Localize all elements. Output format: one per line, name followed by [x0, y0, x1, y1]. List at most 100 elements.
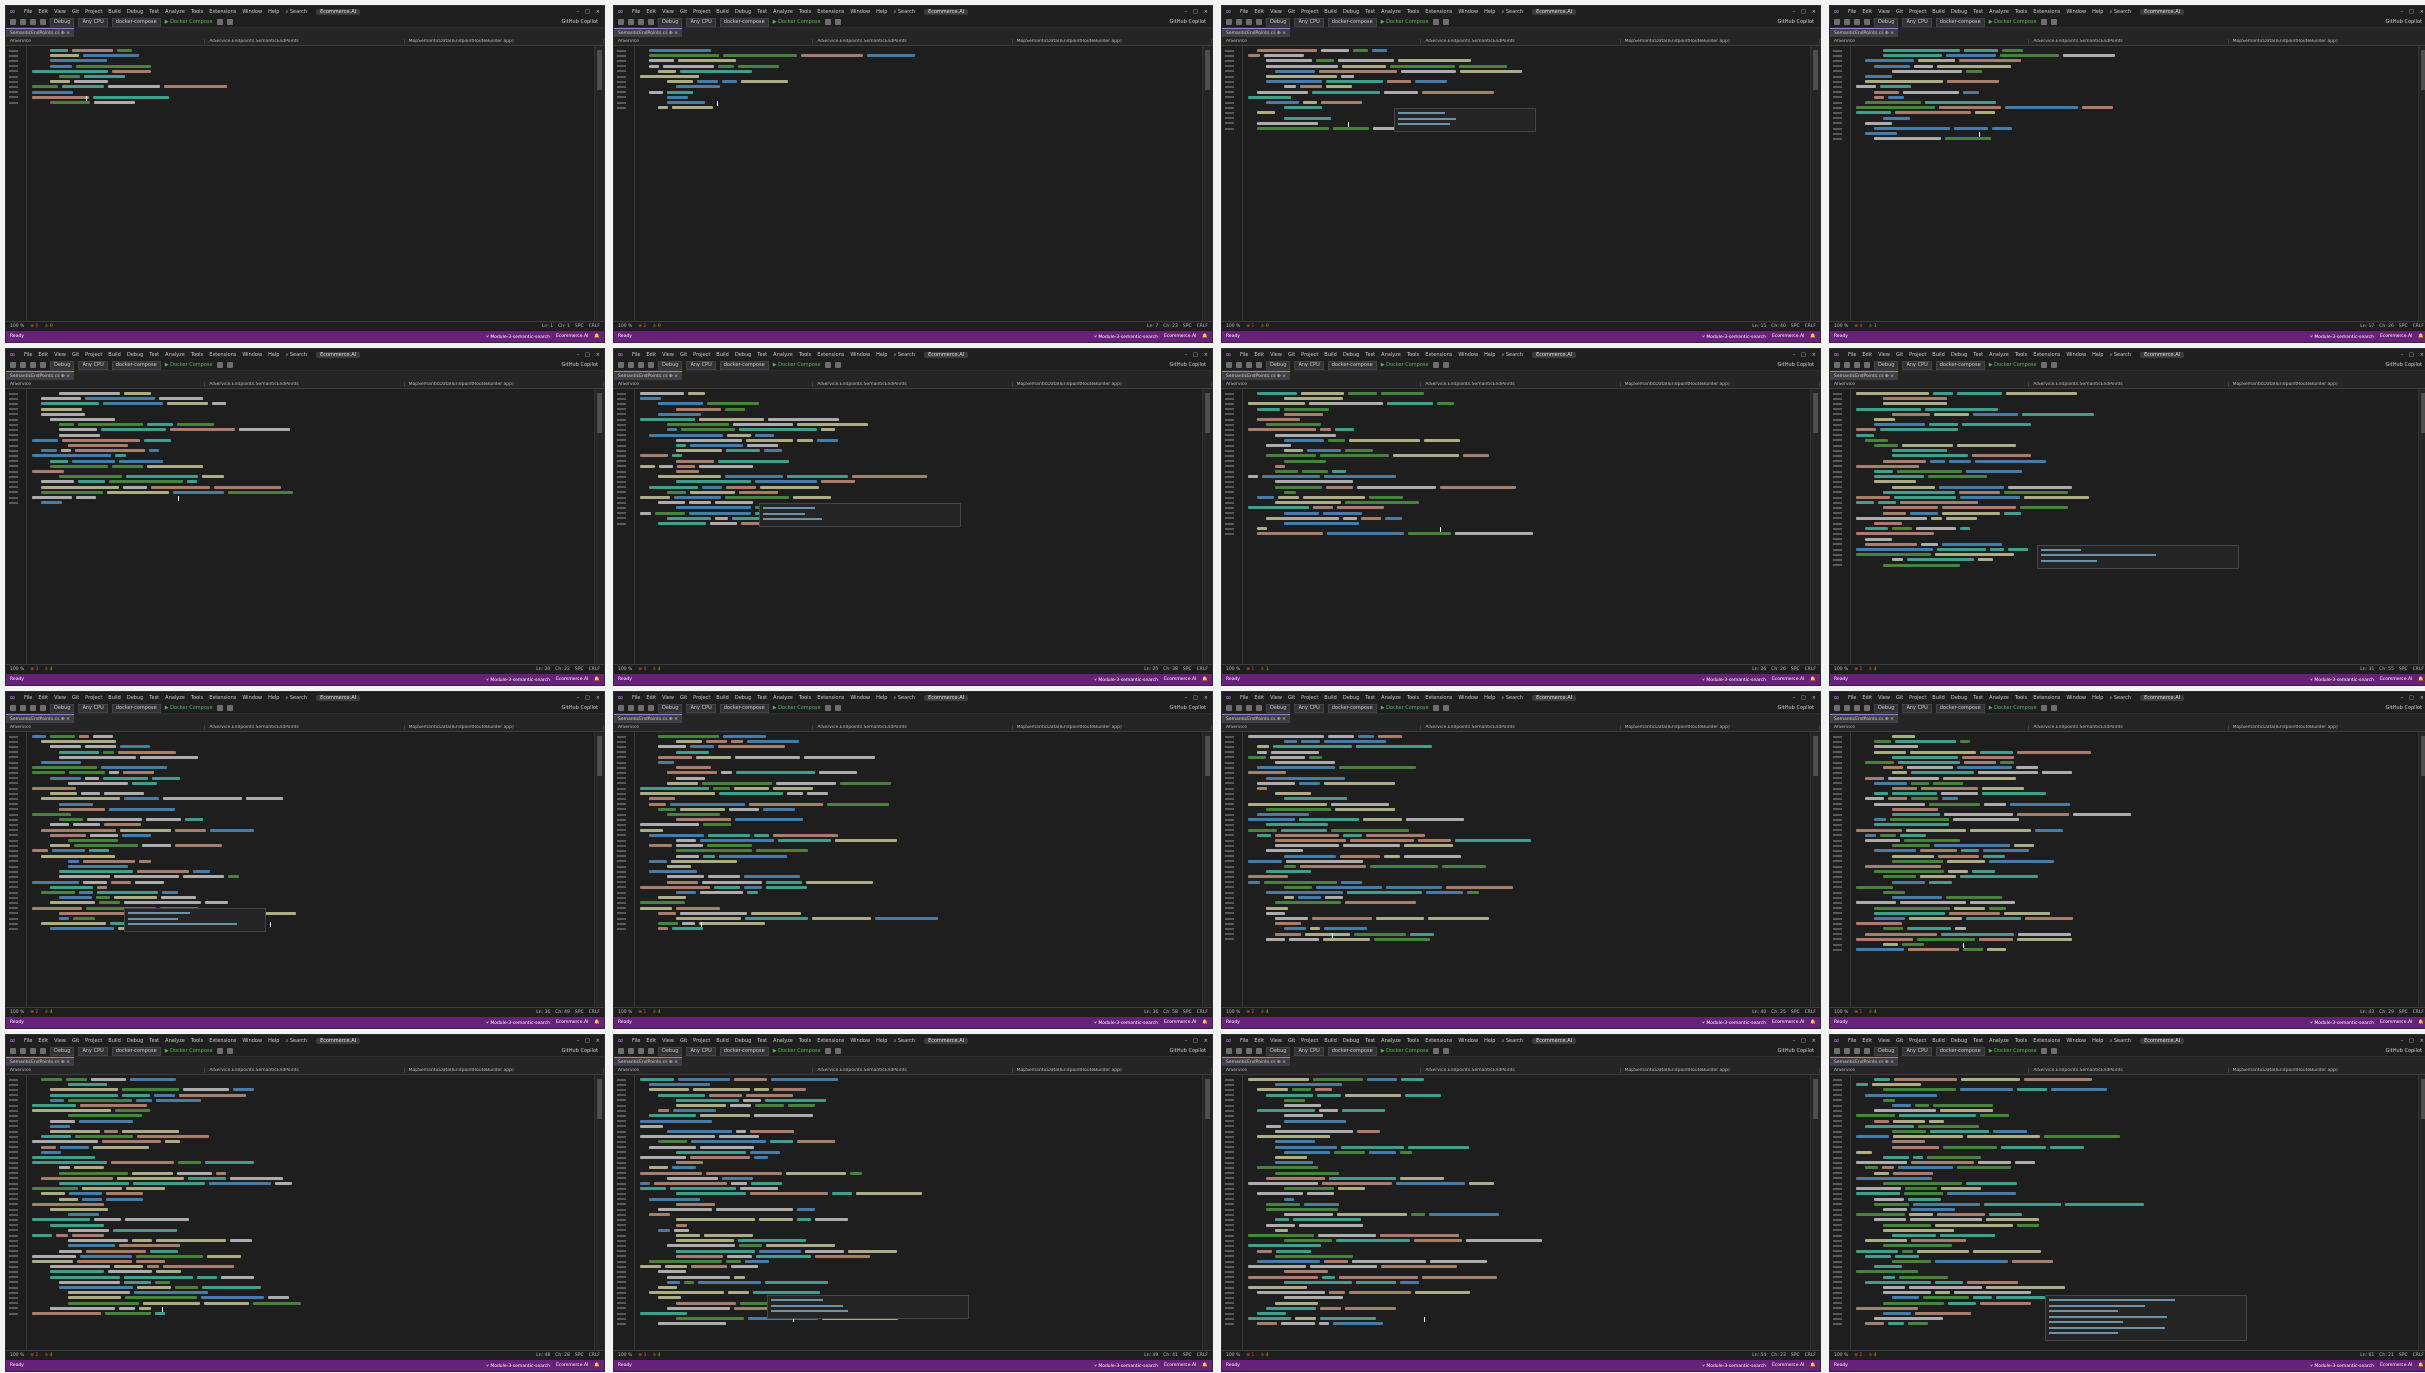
intellisense-item[interactable]	[2041, 559, 2097, 562]
notifications-icon[interactable]: 🔔	[594, 334, 600, 340]
menu-window[interactable]: Window	[847, 695, 873, 701]
maximize-icon[interactable]: □	[585, 9, 590, 15]
class-dropdown[interactable]: AIService.Endpoints.SemanticEndPoints	[2029, 381, 2229, 387]
git-branch[interactable]: ⑂ Module-3-semantic-search	[1702, 334, 1766, 340]
minimize-icon[interactable]: –	[1185, 9, 1188, 15]
platform-select[interactable]: Any CPU	[1294, 1046, 1324, 1056]
forward-icon[interactable]	[628, 1048, 634, 1054]
forward-icon[interactable]	[1844, 1048, 1850, 1054]
notifications-icon[interactable]: 🔔	[2418, 677, 2424, 683]
undo-icon[interactable]	[1256, 1048, 1262, 1054]
intellisense-item[interactable]	[2049, 1321, 2123, 1323]
vertical-scrollbar[interactable]	[594, 46, 604, 321]
close-tab-icon[interactable]: ×	[66, 31, 70, 36]
menu-view[interactable]: View	[659, 695, 677, 701]
menu-help[interactable]: Help	[873, 9, 890, 15]
repository-name[interactable]: Ecommerce.AI	[2380, 677, 2412, 683]
class-dropdown[interactable]: AIService.Endpoints.SemanticEndPoints	[813, 724, 1013, 730]
pin-icon[interactable]: ⊕	[1277, 31, 1281, 36]
close-tab-icon[interactable]: ×	[66, 374, 70, 379]
menu-analyze[interactable]: Analyze	[770, 695, 796, 701]
menu-extensions[interactable]: Extensions	[1422, 9, 1455, 15]
pin-icon[interactable]: ⊕	[1885, 1060, 1889, 1065]
project-dropdown[interactable]: AIService	[1222, 38, 1422, 44]
close-icon[interactable]: ×	[1812, 695, 1816, 701]
maximize-icon[interactable]: □	[1801, 1038, 1806, 1044]
save-icon[interactable]	[1246, 705, 1252, 711]
menu-tools[interactable]: Tools	[188, 9, 206, 15]
line-number[interactable]: Ln: 25	[1144, 667, 1158, 672]
menu-file[interactable]: File	[629, 695, 643, 701]
menu-edit[interactable]: Edit	[35, 1038, 51, 1044]
code-editor[interactable]	[1830, 46, 2418, 321]
warning-count[interactable]: ⚠ 4	[1260, 1353, 1268, 1358]
scrollbar-thumb[interactable]	[597, 1079, 602, 1119]
github-copilot-button[interactable]: GitHub Copilot	[1170, 705, 1212, 711]
column-number[interactable]: Ch: 25	[1771, 1010, 1786, 1015]
line-number[interactable]: Ln: 48	[536, 1353, 550, 1358]
error-count[interactable]: ⊗ 2	[1246, 1010, 1254, 1015]
menu-view[interactable]: View	[1267, 352, 1285, 358]
platform-select[interactable]: Any CPU	[78, 703, 108, 713]
zoom-level[interactable]: 100 %	[618, 667, 632, 672]
menu-file[interactable]: File	[21, 9, 35, 15]
notifications-icon[interactable]: 🔔	[1202, 1363, 1208, 1369]
minimize-icon[interactable]: –	[1793, 1038, 1796, 1044]
minimize-icon[interactable]: –	[2401, 695, 2404, 701]
hot-reload-icon[interactable]	[824, 1048, 831, 1054]
close-icon[interactable]: ×	[1812, 9, 1816, 15]
launch-target-select[interactable]: docker-compose	[1935, 703, 1985, 713]
back-icon[interactable]	[1834, 705, 1840, 711]
notifications-icon[interactable]: 🔔	[1810, 677, 1816, 683]
column-number[interactable]: Ch: 26	[2379, 324, 2394, 329]
menu-tools[interactable]: Tools	[2012, 1038, 2030, 1044]
menu-project[interactable]: Project	[82, 695, 105, 701]
menu-debug[interactable]: Debug	[732, 352, 754, 358]
menu-help[interactable]: Help	[1481, 695, 1498, 701]
launch-target-select[interactable]: docker-compose	[1327, 17, 1377, 27]
column-number[interactable]: Ch: 28	[555, 1353, 570, 1358]
repository-name[interactable]: Ecommerce.AI	[1164, 677, 1196, 683]
maximize-icon[interactable]: □	[585, 1038, 590, 1044]
breakpoint-icon[interactable]	[2050, 1048, 2057, 1054]
line-number[interactable]: Ln: 43	[2360, 1010, 2374, 1015]
warning-count[interactable]: ⚠ 0	[652, 324, 660, 329]
menu-file[interactable]: File	[1237, 695, 1251, 701]
member-dropdown[interactable]: MapSemanticData(IEndpointRouteBuilder ap…	[405, 381, 604, 387]
menu-test[interactable]: Test	[754, 695, 770, 701]
code-editor[interactable]	[614, 389, 1202, 664]
menu-help[interactable]: Help	[873, 1038, 890, 1044]
error-count[interactable]: ⊗ 3	[30, 667, 38, 672]
configuration-select[interactable]: Debug	[1266, 703, 1291, 713]
menu-window[interactable]: Window	[1455, 695, 1481, 701]
run-button[interactable]: ▶ Docker Compose	[1989, 705, 2037, 711]
menu-file[interactable]: File	[1237, 1038, 1251, 1044]
back-icon[interactable]	[10, 705, 16, 711]
line-ending[interactable]: CRLF	[589, 1010, 600, 1015]
member-dropdown[interactable]: MapSemanticData(IEndpointRouteBuilder ap…	[2229, 382, 2425, 387]
menu-file[interactable]: File	[1237, 352, 1251, 358]
column-number[interactable]: Ch: 40	[1771, 324, 1786, 329]
save-icon[interactable]	[30, 362, 36, 368]
menu-build[interactable]: Build	[1929, 695, 1948, 701]
forward-icon[interactable]	[628, 19, 634, 25]
intellisense-item[interactable]	[1398, 117, 1456, 120]
notifications-icon[interactable]: 🔔	[2418, 1020, 2424, 1026]
undo-icon[interactable]	[1256, 705, 1262, 711]
menu-edit[interactable]: Edit	[35, 695, 51, 701]
menu-file[interactable]: File	[629, 1038, 643, 1044]
menu-extensions[interactable]: Extensions	[206, 352, 239, 358]
back-icon[interactable]	[618, 705, 624, 711]
undo-icon[interactable]	[1864, 362, 1870, 368]
pin-icon[interactable]: ⊕	[1277, 717, 1281, 722]
github-copilot-button[interactable]: GitHub Copilot	[1170, 19, 1212, 25]
indent-mode[interactable]: SPC	[575, 1010, 584, 1015]
project-dropdown[interactable]: AIService	[1830, 1067, 2030, 1073]
menu-project[interactable]: Project	[82, 9, 105, 15]
menu-edit[interactable]: Edit	[643, 9, 659, 15]
platform-select[interactable]: Any CPU	[1294, 17, 1324, 27]
pin-icon[interactable]: ⊕	[61, 717, 65, 722]
intellisense-item[interactable]	[2041, 548, 2081, 551]
undo-icon[interactable]	[648, 705, 654, 711]
vertical-scrollbar[interactable]	[1202, 46, 1212, 321]
